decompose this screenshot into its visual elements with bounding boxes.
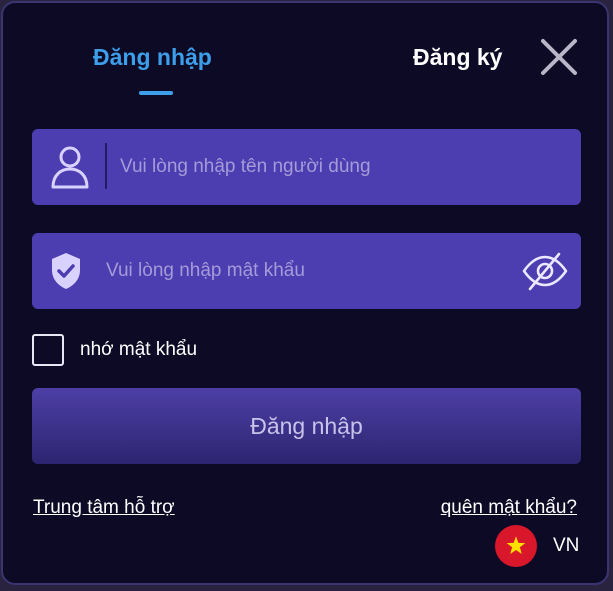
tab-login[interactable]: Đăng nhập: [93, 41, 212, 73]
star-icon: [506, 536, 526, 554]
password-input[interactable]: [106, 233, 506, 309]
forgot-password-link[interactable]: quên mật khẩu?: [441, 497, 577, 519]
tab-register[interactable]: Đăng ký: [413, 41, 502, 73]
close-button[interactable]: [539, 37, 579, 77]
close-icon: [541, 39, 577, 75]
user-icon: [50, 145, 90, 189]
remember-password[interactable]: nhớ mật khẩu: [32, 334, 197, 366]
toggle-password-visibility-button[interactable]: [521, 251, 569, 291]
password-field-container: [32, 233, 581, 309]
shield-check-icon: [50, 251, 82, 291]
language-code: VN: [553, 535, 580, 556]
username-input[interactable]: [120, 129, 560, 205]
language-selector[interactable]: VN: [495, 525, 579, 567]
remember-checkbox[interactable]: [32, 334, 64, 366]
support-center-link[interactable]: Trung tâm hỗ trợ: [33, 497, 175, 519]
active-tab-indicator: [139, 91, 173, 95]
eye-slash-icon: [522, 252, 568, 291]
login-button[interactable]: Đăng nhập: [32, 388, 581, 464]
remember-label: nhớ mật khẩu: [80, 339, 198, 360]
username-field-container: [32, 129, 581, 205]
field-divider: [105, 143, 107, 189]
vietnam-flag-icon: [495, 525, 537, 567]
login-modal: Đăng nhập Đăng ký Vui lòng nhập tên ngườ…: [1, 1, 609, 585]
